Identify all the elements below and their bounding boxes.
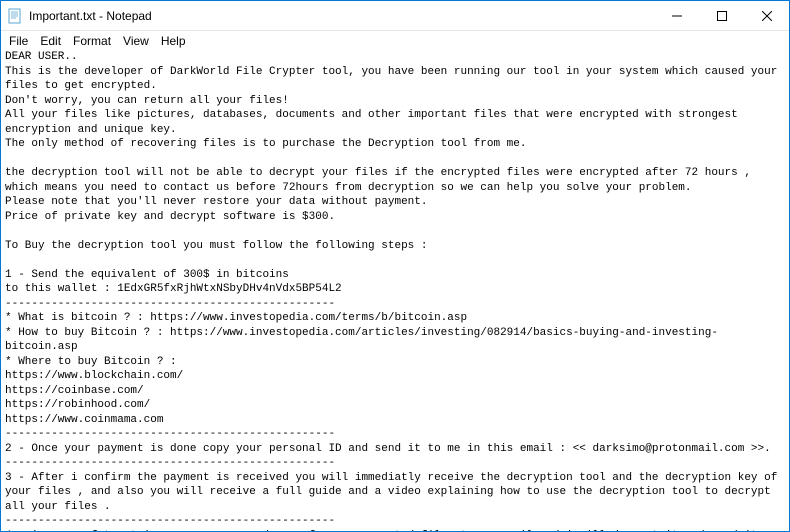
menu-file[interactable]: File [3,33,34,49]
titlebar[interactable]: Important.txt - Notepad [1,1,789,31]
minimize-button[interactable] [654,1,699,30]
window-controls [654,1,789,30]
window-title: Important.txt - Notepad [29,9,654,23]
maximize-button[interactable] [699,1,744,30]
menu-format[interactable]: Format [67,33,117,49]
menubar: File Edit Format View Help [1,31,789,50]
menu-edit[interactable]: Edit [34,33,67,49]
menu-view[interactable]: View [117,33,155,49]
text-area[interactable]: DEAR USER.. This is the developer of Dar… [1,50,789,531]
close-button[interactable] [744,1,789,30]
menu-help[interactable]: Help [155,33,192,49]
notepad-icon [7,8,23,24]
notepad-window: Important.txt - Notepad File Edit Format… [0,0,790,532]
